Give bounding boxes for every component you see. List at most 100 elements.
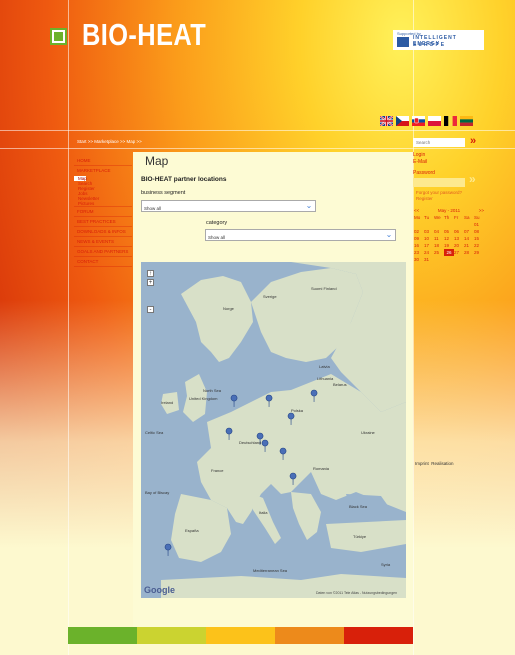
map-label: Sverige [263, 294, 277, 299]
intelligent-energy-europe-logo[interactable]: Supported by INTELLIGENT ENERGY EUROPE [393, 30, 484, 50]
page-background: BIO-HEAT Supported by INTELLIGENT ENERGY… [0, 0, 515, 655]
calendar-date[interactable]: 30 [414, 256, 424, 263]
map-label: Syria [381, 562, 391, 567]
business-segment-select[interactable]: Show all ⌄ [141, 200, 316, 212]
calendar-date[interactable]: 08 [474, 228, 484, 235]
login-panel: Login E-Mail [413, 152, 486, 166]
google-logo[interactable]: Google [144, 585, 175, 595]
calendar-date[interactable]: 23 [414, 249, 424, 256]
site-logo[interactable]: BIO-HEAT [82, 17, 206, 53]
calendar-date[interactable]: 16 [414, 242, 424, 249]
calendar-date[interactable]: 01 [474, 221, 484, 228]
left-column-line [68, 0, 69, 655]
calendar-date [434, 221, 444, 228]
map-label: Ukraine [361, 430, 376, 435]
flag-en-icon[interactable] [380, 116, 393, 126]
forgot-password-link[interactable]: Forgot your password? Register [416, 190, 462, 202]
calendar-date[interactable]: 12 [444, 235, 454, 242]
calendar-day-header: Su [474, 215, 480, 220]
calendar-date[interactable]: 05 [444, 228, 454, 235]
nav-item-forum[interactable]: FORUM [74, 207, 132, 217]
calendar-date[interactable]: 18 [434, 242, 444, 249]
register-link[interactable]: Register [416, 196, 462, 202]
calendar-date[interactable]: 22 [474, 242, 484, 249]
nav-item-goals-partners[interactable]: GOALS AND PARTNERS [74, 247, 132, 257]
category-select[interactable]: Show all ⌄ [205, 229, 396, 241]
map-copyright[interactable]: Daten von ©2011 Tele Atlas - Nutzungsbed… [316, 591, 397, 595]
map-label: España [185, 528, 199, 533]
realisation-link[interactable]: Realisation [431, 461, 453, 466]
calendar-date [424, 221, 434, 228]
footer-color-segment [206, 627, 275, 644]
map-label: United Kingdom [189, 396, 218, 401]
map-label: Celtic Sea [145, 430, 164, 435]
business-segment-label: business segment [141, 190, 186, 196]
nav-item-news-events[interactable]: NEWS & EVENTS [74, 237, 132, 247]
nav-item-best-practices[interactable]: BEST PRACTICES [74, 217, 132, 227]
calendar-date[interactable]: 09 [414, 235, 424, 242]
map-label: Lithuania [317, 376, 334, 381]
calendar-date [414, 221, 424, 228]
nav-item-contact[interactable]: CONTACT [74, 257, 132, 267]
calendar-day-header: Mo [414, 215, 421, 220]
map-label: Ireland [161, 400, 173, 405]
calendar-date[interactable]: 03 [424, 228, 434, 235]
zoom-pan-control[interactable]: ↑ [147, 270, 154, 277]
calendar-date[interactable]: 17 [424, 242, 434, 249]
flag-lt-icon[interactable] [460, 116, 473, 126]
partner-map[interactable]: Norge Sverige Suomi Finland Latvia Polsk… [141, 262, 406, 598]
calendar-prev-button[interactable]: << [414, 208, 419, 213]
calendar-date[interactable]: 11 [434, 235, 444, 242]
map-label: North Sea [203, 388, 222, 393]
flag-cz-icon[interactable] [396, 116, 409, 126]
sidebar-nav: HOME MARKETPLACE Map Search Register Job… [74, 156, 132, 267]
breadcrumb[interactable]: Start >> Marketplace >> Map >> [77, 139, 142, 144]
calendar-date[interactable]: 25 [434, 249, 444, 256]
calendar-date[interactable]: 13 [454, 235, 464, 242]
nav-item-downloads[interactable]: DOWNLOADS & INFOS [74, 227, 132, 237]
calendar-date[interactable]: 19 [444, 242, 454, 249]
calendar-date[interactable]: 26 [444, 249, 454, 256]
calendar-date[interactable]: 21 [464, 242, 474, 249]
flag-be-icon[interactable] [444, 116, 457, 126]
chevron-down-icon[interactable]: ⌄ [385, 231, 393, 239]
zoom-in-button[interactable]: + [147, 279, 154, 286]
imprint-link[interactable]: Imprint [415, 461, 429, 466]
calendar-date[interactable]: 10 [424, 235, 434, 242]
calendar-date[interactable]: 29 [474, 249, 484, 256]
nav-item-home[interactable]: HOME [74, 156, 132, 166]
map-label: Türkiye [353, 534, 367, 539]
chevron-down-icon[interactable]: ⌄ [305, 202, 313, 210]
language-flags [380, 116, 473, 126]
nav-item-marketplace[interactable]: MARKETPLACE [74, 166, 132, 176]
login-go-icon[interactable]: » [469, 172, 476, 186]
calendar-date[interactable]: 04 [434, 228, 444, 235]
calendar-date[interactable]: 15 [474, 235, 484, 242]
search-input[interactable] [413, 138, 465, 147]
calendar-date[interactable]: 20 [454, 242, 464, 249]
map-label: Norge [223, 306, 235, 311]
flag-pl-icon[interactable] [428, 116, 441, 126]
map-label: France [211, 468, 224, 473]
map-label: Polska [291, 408, 304, 413]
category-value: Show all [208, 235, 226, 240]
search-go-icon[interactable]: » [470, 135, 476, 147]
footer-color-segment [68, 627, 137, 644]
password-field[interactable] [413, 178, 465, 187]
flag-sk-icon[interactable] [412, 116, 425, 126]
footer-color-segment [275, 627, 344, 644]
calendar-date[interactable]: 27 [454, 249, 464, 256]
zoom-out-button[interactable]: - [147, 306, 154, 313]
calendar-date[interactable]: 14 [464, 235, 474, 242]
calendar-date[interactable]: 28 [464, 249, 474, 256]
page-subtitle: BIO-HEAT partner locations [141, 176, 227, 183]
category-label: category [206, 220, 228, 226]
business-segment-value: Show all [144, 206, 162, 211]
calendar-date[interactable]: 06 [454, 228, 464, 235]
calendar-date[interactable]: 31 [424, 256, 434, 263]
calendar-date[interactable]: 07 [464, 228, 474, 235]
calendar-date[interactable]: 24 [424, 249, 434, 256]
map-label: Suomi Finland [311, 286, 337, 291]
calendar-next-button[interactable]: >> [479, 208, 484, 213]
calendar-date[interactable]: 02 [414, 228, 424, 235]
